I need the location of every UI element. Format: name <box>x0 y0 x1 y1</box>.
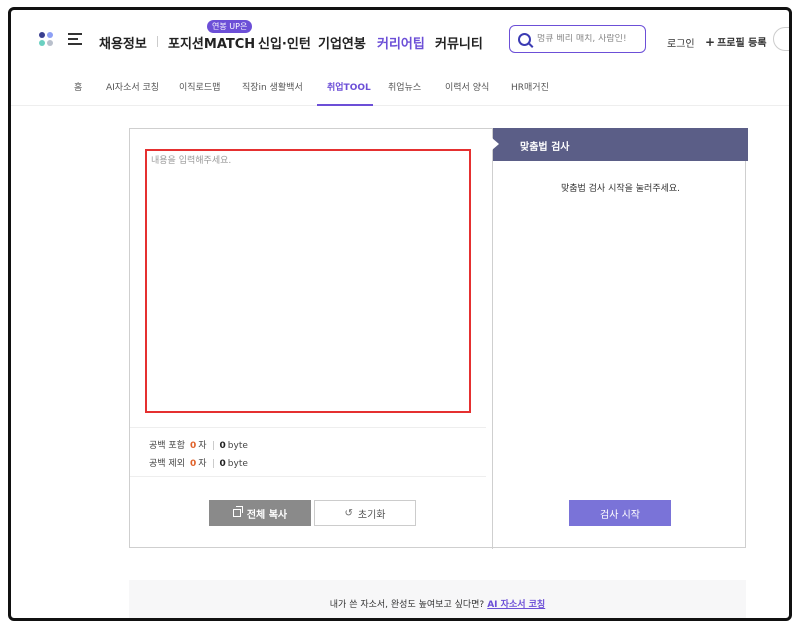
byte-unit: byte <box>227 459 248 469</box>
nav-item-community[interactable]: 커뮤니티 <box>435 33 483 52</box>
active-tab-underline <box>317 104 373 106</box>
char-count-without-space: 0 <box>189 459 197 469</box>
subnav-item-ai-coaching[interactable]: AI자소서 코칭 <box>106 80 159 93</box>
reset-button[interactable]: ↺ 초기화 <box>314 500 416 526</box>
subnav-item-resume-forms[interactable]: 이력서 양식 <box>445 80 489 93</box>
subnav-item-job-news[interactable]: 취업뉴스 <box>388 80 421 93</box>
subnav-item-career-roadmap[interactable]: 이직로드맵 <box>179 80 220 93</box>
subnav-item-hr-magazine[interactable]: HR매거진 <box>511 80 549 93</box>
saramin-logo-icon[interactable] <box>39 32 55 48</box>
editor-area <box>130 129 492 427</box>
subnav-item-job-tool[interactable]: 취업TOOL <box>327 80 371 93</box>
spellcheck-title: 맞춤법 검사 <box>492 128 748 161</box>
char-unit: 자 <box>198 459 207 469</box>
browser-frame: 채용정보 연봉 UP은 포지션MATCH 신입·인턴 기업연봉 커리어팁 커뮤니… <box>8 7 792 621</box>
count-separator <box>212 459 214 468</box>
char-count-with-space: 0 <box>189 441 197 451</box>
byte-count-with-space: 0 <box>219 441 226 451</box>
nav-item-career-tips[interactable]: 커리어팁 <box>377 33 425 52</box>
char-unit: 자 <box>198 441 207 451</box>
search-box[interactable] <box>509 25 646 53</box>
count-with-space-row: 공백 포함 0 자 0 byte <box>149 438 248 451</box>
promo-bar: 내가 쓴 자소서, 완성도 높여보고 싶다면? AI 자소서 코칭 <box>129 580 746 618</box>
byte-count-without-space: 0 <box>219 459 226 469</box>
count-separator <box>212 441 214 450</box>
reset-icon: ↺ <box>344 507 353 519</box>
search-input[interactable] <box>537 34 637 44</box>
profile-register-link[interactable]: + 프로필 등록 <box>705 34 767 49</box>
menu-icon[interactable] <box>68 33 82 45</box>
nav-item-newcomer-intern[interactable]: 신입·인턴 <box>258 33 311 52</box>
nav-item-company-salary[interactable]: 기업연봉 <box>318 33 366 52</box>
search-icon[interactable] <box>518 32 531 46</box>
copy-all-button[interactable]: 전체 복사 <box>209 500 311 526</box>
promo-message: 내가 쓴 자소서, 완성도 높여보고 싶다면? <box>329 600 485 610</box>
nav-item-position-match[interactable]: 포지션MATCH <box>168 33 255 52</box>
nav-divider <box>157 36 158 47</box>
subnav-item-office-life[interactable]: 직장in 생활백서 <box>242 80 303 93</box>
content-textarea[interactable] <box>147 151 469 411</box>
count-with-space-label: 공백 포함 <box>149 441 185 451</box>
nav-item-jobs[interactable]: 채용정보 <box>99 33 147 52</box>
start-check-button[interactable]: 검사 시작 <box>569 500 671 526</box>
spellcheck-panel: 공백 포함0자0byte 공백 제외0자0byte 전체 복사 ↺초기화 맞춤법… <box>129 128 748 549</box>
plus-icon: + <box>705 35 716 49</box>
count-without-space-row: 공백 제외 0 자 0 byte <box>149 456 248 469</box>
profile-register-label: 프로필 등록 <box>717 38 767 49</box>
extra-menu-button[interactable] <box>773 27 789 51</box>
top-navigation: 채용정보 연봉 UP은 포지션MATCH 신입·인턴 기업연봉 커리어팁 커뮤니… <box>11 10 789 66</box>
salary-badge: 연봉 UP은 <box>207 20 253 33</box>
login-link[interactable]: 로그인 <box>667 35 695 50</box>
sub-navigation: 홈 AI자소서 코칭 이직로드맵 직장in 생활백서 취업TOOL 취업뉴스 이… <box>11 66 789 106</box>
ai-coaching-link[interactable]: AI 자소서 코칭 <box>487 600 545 610</box>
copy-icon <box>232 506 243 517</box>
subnav-item-home[interactable]: 홈 <box>74 80 82 93</box>
promo-text: 내가 쓴 자소서, 완성도 높여보고 싶다면? AI 자소서 코칭 <box>129 597 746 610</box>
spellcheck-message: 맞춤법 검사 시작을 눌러주세요. <box>560 184 681 194</box>
byte-unit: byte <box>227 441 248 451</box>
copy-all-label: 전체 복사 <box>246 509 288 521</box>
count-without-space-label: 공백 제외 <box>149 459 185 469</box>
spellcheck-result-pane: 맞춤법 검사 맞춤법 검사 시작을 눌러주세요. 검사 시작 <box>492 128 748 549</box>
character-count-area: 공백 포함 0 자 0 byte 공백 제외 0 자 0 byte <box>130 427 486 477</box>
reset-label: 초기화 <box>357 509 386 521</box>
